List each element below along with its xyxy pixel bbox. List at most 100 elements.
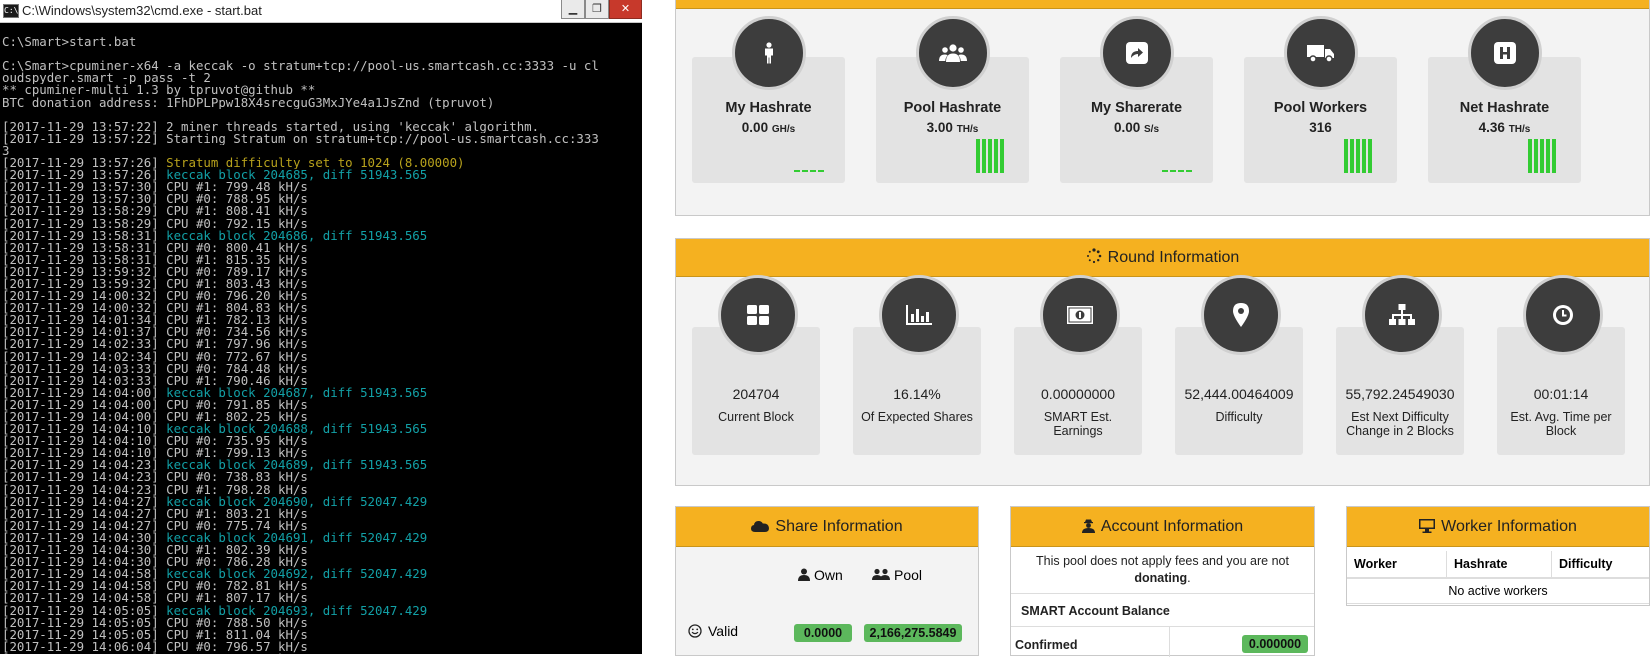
worker-col-worker[interactable]: Worker bbox=[1347, 551, 1447, 579]
console-line-highlight: keccak block 204693, diff 52047.429 bbox=[166, 604, 428, 617]
user-icon bbox=[798, 568, 810, 584]
stat-sparkline bbox=[1528, 139, 1556, 173]
console-line-text: [2017-11-29 13:57:30] CPU #0: 788.95 kH/… bbox=[2, 193, 308, 206]
stat-label: Pool Workers bbox=[1273, 100, 1368, 116]
console-titlebar[interactable]: C:\ C:\Windows\system32\cmd.exe - start.… bbox=[0, 0, 642, 23]
console-line: [2017-11-29 14:04:00] keccak block 20468… bbox=[2, 387, 642, 399]
console-line-text: 3 bbox=[2, 144, 10, 158]
round-value: 55,792.24549030 bbox=[1345, 386, 1455, 402]
sparkline-bar bbox=[1534, 139, 1538, 173]
console-line-highlight: Stratum difficulty set to 1024 (8.00000) bbox=[166, 157, 465, 170]
spinner-icon bbox=[1086, 241, 1102, 279]
console-line-highlight: keccak block 204692, diff 52047.429 bbox=[166, 568, 428, 581]
console-line: [2017-11-29 13:58:31] keccak block 20468… bbox=[2, 230, 642, 242]
console-line-text: [2017-11-29 13:57:22] 2 miner threads st… bbox=[2, 120, 540, 133]
minimize-button[interactable]: ▁ bbox=[561, 0, 585, 19]
stat-value: 0.00 S/s bbox=[1060, 120, 1213, 135]
console-line: [2017-11-29 13:58:29] CPU #1: 808.41 kH/… bbox=[2, 205, 642, 217]
console-line-text: ** cpuminer-multi 1.3 by tpruvot@github … bbox=[2, 84, 316, 97]
console-line-text: [2017-11-29 14:04:58] CPU #1: 807.17 kH/… bbox=[2, 592, 308, 605]
console-line-text: [2017-11-29 14:04:27] CPU #1: 803.21 kH/… bbox=[2, 507, 308, 520]
maximize-button[interactable]: ❐ bbox=[585, 0, 609, 19]
console-line: [2017-11-29 14:04:30] CPU #0: 786.28 kH/… bbox=[2, 556, 642, 568]
console-line-text: [2017-11-29 13:59:32] CPU #1: 803.43 kH/… bbox=[2, 277, 308, 291]
console-line-text: [2017-11-29 14:04:23] CPU #0: 738.83 kH/… bbox=[2, 471, 308, 484]
console-line: ** cpuminer-multi 1.3 by tpruvot@github … bbox=[2, 84, 642, 96]
bar-chart-icon bbox=[906, 305, 932, 325]
round-label: Difficulty bbox=[1215, 410, 1263, 424]
console-line: [2017-11-29 13:57:30] CPU #0: 788.95 kH/… bbox=[2, 193, 642, 205]
console-output[interactable]: C:\Smart>start.bat C:\Smart>cpuminer-x64 … bbox=[2, 24, 642, 654]
console-line: [2017-11-29 14:04:00] CPU #1: 802.25 kH/… bbox=[2, 411, 642, 423]
account-panel-header: Account Information bbox=[1011, 507, 1314, 547]
close-button[interactable]: ✕ bbox=[609, 0, 642, 19]
stats-panel-header bbox=[676, 0, 1649, 9]
stats-panel: My Hashrate 0.00 GH/s Pool Hashrate 3.00 … bbox=[675, 0, 1650, 216]
confirmed-value: 0.000000 bbox=[1242, 635, 1308, 653]
console-line: [2017-11-29 14:04:58] keccak block 20469… bbox=[2, 568, 642, 580]
share-pool-header: Pool bbox=[872, 567, 922, 584]
console-line-text: [2017-11-29 14:04:58] CPU #0: 782.81 kH/… bbox=[2, 580, 308, 593]
share-valid-row: Valid bbox=[688, 623, 738, 641]
smile-icon bbox=[688, 624, 702, 641]
grid-icon bbox=[747, 305, 769, 325]
stat-unit: GH/s bbox=[771, 124, 796, 135]
console-title: C:\Windows\system32\cmd.exe - start.bat bbox=[22, 3, 262, 18]
console-line: [2017-11-29 14:04:00] CPU #0: 791.85 kH/… bbox=[2, 399, 642, 411]
stat-icon-circle bbox=[916, 16, 990, 90]
console-line-text: [2017-11-29 14:04:00] CPU #1: 802.25 kH/… bbox=[2, 411, 308, 424]
confirmed-separator bbox=[1169, 627, 1170, 657]
stat-unit: TH/s bbox=[1508, 124, 1531, 135]
hospital-icon bbox=[1494, 42, 1516, 64]
console-line: [2017-11-29 14:04:23] keccak block 20468… bbox=[2, 459, 642, 471]
share-panel-header: Share Information bbox=[676, 507, 978, 547]
console-line: [2017-11-29 14:05:05] CPU #0: 788.50 kH/… bbox=[2, 617, 642, 629]
console-line: [2017-11-29 14:04:27] CPU #1: 803.21 kH/… bbox=[2, 508, 642, 520]
worker-empty-row: No active workers bbox=[1347, 578, 1649, 604]
round-label: Est Next Difficulty Change in 2 Blocks bbox=[1346, 410, 1454, 438]
account-panel-title: Account Information bbox=[1100, 518, 1244, 535]
stat-value: 4.36 TH/s bbox=[1428, 120, 1581, 135]
console-line: [2017-11-29 13:59:32] CPU #1: 803.43 kH/… bbox=[2, 278, 642, 290]
console-line-text: [2017-11-29 14:04:00] bbox=[2, 386, 167, 399]
sparkline-bar bbox=[1540, 139, 1544, 173]
console-line-text: [2017-11-29 14:04:23] CPU #1: 798.28 kH/… bbox=[2, 483, 308, 496]
console-line: [2017-11-29 14:00:32] CPU #1: 804.83 kH/… bbox=[2, 302, 642, 314]
console-line: [2017-11-29 14:03:33] CPU #0: 784.48 kH/… bbox=[2, 363, 642, 375]
console-line-text: oudspyder.smart -p pass -t 2 bbox=[2, 72, 211, 85]
sparkline-bar bbox=[1528, 139, 1532, 173]
round-label: Current Block bbox=[718, 410, 794, 424]
console-line-text: [2017-11-29 14:05:05] bbox=[2, 604, 167, 617]
console-line: [2017-11-29 14:04:10] CPU #1: 799.13 kH/… bbox=[2, 447, 642, 459]
share-valid-label: Valid bbox=[708, 623, 739, 639]
desktop-icon bbox=[1419, 509, 1436, 549]
cloud-icon bbox=[751, 509, 770, 549]
stat-sparkline bbox=[1162, 170, 1192, 173]
console-line-highlight: keccak block 204688, diff 51943.565 bbox=[166, 423, 428, 436]
console-line: [2017-11-29 13:57:30] CPU #1: 799.48 kH/… bbox=[2, 181, 642, 193]
console-line: [2017-11-29 14:04:27] CPU #0: 775.74 kH/… bbox=[2, 520, 642, 532]
console-line-text: [2017-11-29 14:04:23] bbox=[2, 459, 167, 472]
worker-col-difficulty[interactable]: Difficulty bbox=[1551, 551, 1649, 579]
console-line-highlight: keccak block 204690, diff 52047.429 bbox=[166, 495, 428, 508]
console-line-text: [2017-11-29 13:58:31] CPU #1: 815.35 kH/… bbox=[2, 253, 308, 266]
console-line-text: [2017-11-29 14:00:32] CPU #1: 804.83 kH/… bbox=[2, 302, 308, 315]
stat-icon-circle bbox=[1284, 16, 1358, 90]
console-line: [2017-11-29 13:57:26] Stratum difficulty… bbox=[2, 157, 642, 169]
round-panel-title: Round Information bbox=[1107, 249, 1240, 266]
console-line: [2017-11-29 14:00:32] CPU #0: 796.20 kH/… bbox=[2, 290, 642, 302]
share-valid-pool: 2,166,275.5849 bbox=[864, 624, 962, 642]
console-line-text: [2017-11-29 14:02:33] CPU #1: 797.96 kH/… bbox=[2, 338, 308, 351]
sparkline-bar bbox=[1350, 139, 1354, 173]
sparkline-bar bbox=[1362, 139, 1366, 173]
sparkline-bar bbox=[1000, 139, 1004, 173]
account-notice-bold: donating bbox=[1134, 571, 1188, 585]
share-panel: Share Information Own Pool Valid 0.0000 … bbox=[675, 506, 979, 656]
worker-col-hashrate[interactable]: Hashrate bbox=[1446, 551, 1552, 579]
console-line: [2017-11-29 14:04:23] CPU #0: 738.83 kH/… bbox=[2, 471, 642, 483]
stat-unit: TH/s bbox=[956, 124, 979, 135]
console-line: [2017-11-29 14:04:30] keccak block 20469… bbox=[2, 532, 642, 544]
truck-icon bbox=[1307, 43, 1335, 63]
